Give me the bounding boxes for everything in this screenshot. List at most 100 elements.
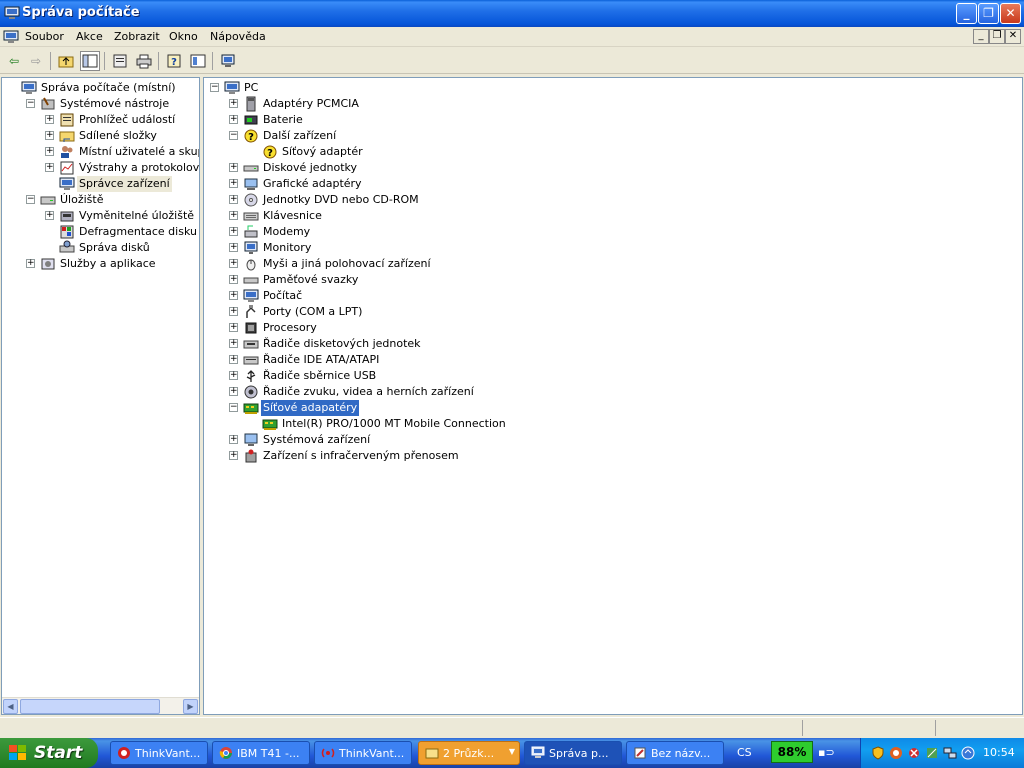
- menu-view[interactable]: Zobrazit: [114, 30, 160, 43]
- clock[interactable]: 10:54: [983, 746, 1015, 759]
- export-list-icon[interactable]: [188, 51, 208, 71]
- expand-toggle-icon[interactable]: +: [229, 99, 238, 108]
- device-tree-item[interactable]: ? Síťový adaptér: [204, 144, 1022, 160]
- expand-toggle-icon[interactable]: +: [45, 211, 54, 220]
- expand-toggle-icon[interactable]: +: [45, 131, 54, 140]
- close-button[interactable]: ✕: [1000, 3, 1021, 24]
- console-tree-item[interactable]: Správce zařízení: [2, 176, 199, 192]
- print-icon[interactable]: [134, 51, 154, 71]
- collapse-toggle-icon[interactable]: −: [26, 195, 35, 204]
- expand-toggle-icon[interactable]: +: [229, 259, 238, 268]
- task-thinkvantage[interactable]: ThinkVant...: [110, 741, 208, 765]
- task-computer-management[interactable]: Správa p...: [524, 741, 622, 765]
- battery-gauge[interactable]: 88%: [771, 741, 813, 763]
- expand-toggle-icon[interactable]: +: [229, 339, 238, 348]
- collapse-toggle-icon[interactable]: −: [229, 403, 238, 412]
- device-tree-item[interactable]: − PC: [204, 80, 1022, 96]
- back-icon[interactable]: ⇦: [4, 51, 24, 71]
- mdi-minimize-button[interactable]: _: [973, 29, 989, 44]
- up-level-icon[interactable]: [56, 51, 76, 71]
- console-tree-item[interactable]: + Sdílené složky: [2, 128, 199, 144]
- expand-toggle-icon[interactable]: +: [229, 451, 238, 460]
- properties-icon[interactable]: [110, 51, 130, 71]
- lan-connection-icon[interactable]: [943, 746, 957, 760]
- task-chrome[interactable]: IBM T41 -...: [212, 741, 310, 765]
- device-tree-item[interactable]: − Síťové adapatéry: [204, 400, 1022, 416]
- expand-toggle-icon[interactable]: +: [229, 371, 238, 380]
- menu-help[interactable]: Nápověda: [210, 30, 266, 43]
- expand-toggle-icon[interactable]: +: [229, 387, 238, 396]
- mdi-close-button[interactable]: ✕: [1005, 29, 1021, 44]
- device-tree[interactable]: − PC + Adaptéry PCMCIA + Baterie −? Další zaříz…: [203, 77, 1023, 715]
- task-paint[interactable]: Bez názv...: [626, 741, 724, 765]
- show-hide-tree-icon[interactable]: [80, 51, 100, 71]
- expand-toggle-icon[interactable]: +: [229, 195, 238, 204]
- start-button[interactable]: Start: [0, 738, 98, 768]
- menu-file[interactable]: Soubor: [25, 30, 64, 43]
- mdi-restore-button[interactable]: ❐: [989, 29, 1005, 44]
- device-tree-item[interactable]: + Řadiče sběrnice USB: [204, 368, 1022, 384]
- device-tree-item[interactable]: + Systémová zařízení: [204, 432, 1022, 448]
- antivirus-icon[interactable]: [889, 746, 903, 760]
- menu-action[interactable]: Akce: [76, 30, 103, 43]
- expand-toggle-icon[interactable]: +: [229, 115, 238, 124]
- console-tree-item[interactable]: − Systémové nástroje: [2, 96, 199, 112]
- expand-toggle-icon[interactable]: +: [229, 243, 238, 252]
- expand-toggle-icon[interactable]: +: [229, 179, 238, 188]
- device-tree-item[interactable]: + Porty (COM a LPT): [204, 304, 1022, 320]
- expand-toggle-icon[interactable]: +: [229, 227, 238, 236]
- device-tree-item[interactable]: + Adaptéry PCMCIA: [204, 96, 1022, 112]
- device-tree-item[interactable]: + Řadiče zvuku, videa a herních zařízení: [204, 384, 1022, 400]
- console-tree-item[interactable]: Správa počítače (místní): [2, 80, 199, 96]
- console-tree-item[interactable]: − Úložiště: [2, 192, 199, 208]
- document-icon[interactable]: [3, 29, 19, 45]
- horizontal-scrollbar[interactable]: ◀ ▶: [2, 697, 199, 714]
- device-tree-item[interactable]: + Paměťové svazky: [204, 272, 1022, 288]
- console-tree[interactable]: Správa počítače (místní) − Systémové nástr…: [1, 77, 200, 715]
- collapse-toggle-icon[interactable]: −: [229, 131, 238, 140]
- device-tree-item[interactable]: + Řadiče IDE ATA/ATAPI: [204, 352, 1022, 368]
- device-tree-item[interactable]: + Počítač: [204, 288, 1022, 304]
- console-tree-item[interactable]: Defragmentace disku: [2, 224, 199, 240]
- device-tree-item[interactable]: + Myši a jiná polohovací zařízení: [204, 256, 1022, 272]
- expand-toggle-icon[interactable]: +: [229, 275, 238, 284]
- expand-toggle-icon[interactable]: +: [229, 435, 238, 444]
- expand-toggle-icon[interactable]: +: [229, 211, 238, 220]
- restore-button[interactable]: ❐: [978, 3, 999, 24]
- device-tree-item[interactable]: + Zařízení s infračerveným přenosem: [204, 448, 1022, 464]
- network-status-icon[interactable]: [907, 746, 921, 760]
- device-tree-item[interactable]: Intel(R) PRO/1000 MT Mobile Connection: [204, 416, 1022, 432]
- device-tree-item[interactable]: −? Další zařízení: [204, 128, 1022, 144]
- wireless-icon[interactable]: [925, 746, 939, 760]
- console-tree-item[interactable]: Správa disků: [2, 240, 199, 256]
- task-explorer-group[interactable]: 2 Průzk... ▼: [418, 741, 520, 765]
- expand-toggle-icon[interactable]: +: [229, 323, 238, 332]
- collapse-toggle-icon[interactable]: −: [26, 99, 35, 108]
- device-tree-item[interactable]: + Diskové jednotky: [204, 160, 1022, 176]
- collapse-toggle-icon[interactable]: −: [210, 83, 219, 92]
- expand-toggle-icon[interactable]: +: [229, 291, 238, 300]
- minimize-button[interactable]: _: [956, 3, 977, 24]
- update-icon[interactable]: [961, 746, 975, 760]
- power-plug-icon[interactable]: ▪⊃: [818, 746, 835, 759]
- console-tree-item[interactable]: + Služby a aplikace: [2, 256, 199, 272]
- expand-toggle-icon[interactable]: +: [229, 163, 238, 172]
- expand-toggle-icon[interactable]: +: [45, 115, 54, 124]
- device-tree-item[interactable]: + Baterie: [204, 112, 1022, 128]
- scroll-right-button[interactable]: ▶: [183, 699, 198, 714]
- forward-icon[interactable]: ⇨: [26, 51, 46, 71]
- expand-toggle-icon[interactable]: +: [26, 259, 35, 268]
- device-tree-item[interactable]: + Procesory: [204, 320, 1022, 336]
- console-tree-item[interactable]: + Místní uživatelé a skupiny: [2, 144, 199, 160]
- console-tree-item[interactable]: + Vyměnitelné úložiště: [2, 208, 199, 224]
- help-icon[interactable]: ?: [164, 51, 184, 71]
- console-tree-item[interactable]: + Výstrahy a protokolování vý: [2, 160, 199, 176]
- scroll-left-button[interactable]: ◀: [3, 699, 18, 714]
- security-shield-icon[interactable]: [871, 746, 885, 760]
- title-bar[interactable]: Správa počítače _ ❐ ✕: [0, 0, 1024, 27]
- console-tree-item[interactable]: + Prohlížeč událostí: [2, 112, 199, 128]
- menu-window[interactable]: Okno: [169, 30, 198, 43]
- scroll-thumb[interactable]: [20, 699, 160, 714]
- expand-toggle-icon[interactable]: +: [45, 163, 54, 172]
- scan-hardware-icon[interactable]: [218, 51, 238, 71]
